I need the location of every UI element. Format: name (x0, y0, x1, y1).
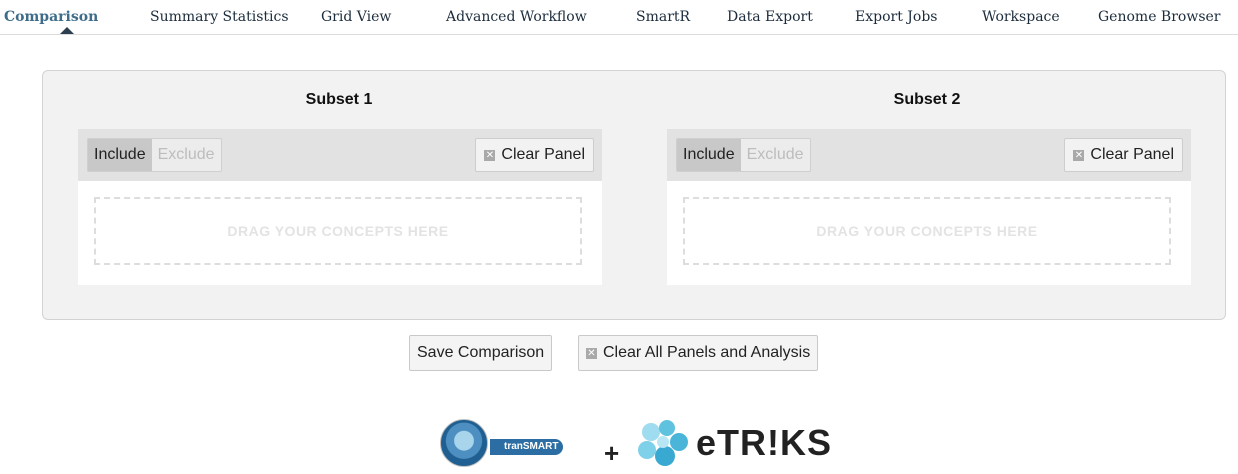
subset-1-panel-body: DRAG YOUR CONCEPTS HERE (78, 181, 602, 285)
subset-2-panel-header: Include Exclude ✕ Clear Panel (667, 129, 1191, 181)
clear-all-panels-label: Clear All Panels and Analysis (603, 344, 811, 361)
close-box-icon: ✕ (586, 347, 597, 359)
subset-1-panel-header: Include Exclude ✕ Clear Panel (78, 129, 602, 181)
tab-workspace[interactable]: Workspace (982, 6, 1060, 28)
subset-2-include-button[interactable]: Include (677, 139, 741, 171)
logo-plus-sign: + (604, 438, 620, 468)
tab-summary-statistics[interactable]: Summary Statistics (150, 6, 289, 28)
tab-smartr[interactable]: SmartR (636, 6, 690, 28)
caret-up-icon (60, 27, 74, 34)
subset-1-concept-dropzone[interactable]: DRAG YOUR CONCEPTS HERE (94, 197, 582, 265)
subset-2-clear-panel-label: Clear Panel (1090, 146, 1174, 163)
tab-grid-view[interactable]: Grid View (321, 6, 391, 28)
subset-2-panel-body: DRAG YOUR CONCEPTS HERE (667, 181, 1191, 285)
etriks-puzzle-icon (638, 420, 688, 466)
subset-2-title: Subset 2 (893, 91, 961, 108)
tab-advanced-workflow[interactable]: Advanced Workflow (446, 6, 587, 28)
etriks-logo-text: eTR!KS (696, 422, 833, 463)
subset-2-include-exclude-toggle: Include Exclude (676, 138, 811, 172)
comparison-panel: Subset 1 Include Exclude ✕ Clear Panel D… (42, 70, 1226, 320)
subset-1-include-exclude-toggle: Include Exclude (87, 138, 222, 172)
top-navigation: Comparison Summary Statistics Grid View … (0, 0, 1238, 35)
transmart-globe-icon (440, 419, 488, 467)
subset-1-clear-panel-button[interactable]: ✕ Clear Panel (475, 138, 594, 172)
save-comparison-button[interactable]: Save Comparison (409, 335, 553, 371)
subset-1-exclude-button[interactable]: Exclude (151, 139, 221, 171)
tab-comparison[interactable]: Comparison (4, 6, 98, 28)
subset-1-include-button[interactable]: Include (88, 139, 152, 171)
subset-2-clear-panel-button[interactable]: ✕ Clear Panel (1064, 138, 1183, 172)
close-box-icon: ✕ (484, 149, 496, 161)
tab-export-jobs[interactable]: Export Jobs (855, 6, 937, 28)
tab-data-export[interactable]: Data Export (727, 6, 813, 28)
clear-all-panels-button[interactable]: ✕ Clear All Panels and Analysis (578, 335, 819, 371)
subset-1-title: Subset 1 (305, 91, 373, 108)
subset-1-clear-panel-label: Clear Panel (501, 146, 585, 163)
transmart-logo-text: tranSMART (490, 439, 564, 455)
tab-genome-browser[interactable]: Genome Browser (1098, 6, 1220, 28)
subset-2-concept-dropzone[interactable]: DRAG YOUR CONCEPTS HERE (683, 197, 1171, 265)
subset-2-exclude-button[interactable]: Exclude (740, 139, 810, 171)
close-box-icon: ✕ (1073, 149, 1085, 161)
